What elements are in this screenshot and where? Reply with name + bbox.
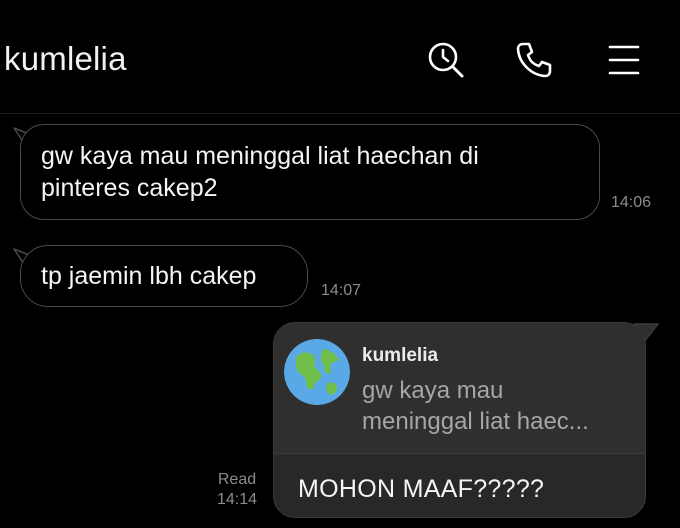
message-status: Read 14:14 (212, 470, 262, 510)
message-bubble-outgoing[interactable]: kumlelia gw kaya mau meninggal liat haec… (273, 322, 646, 518)
search-button[interactable] (424, 38, 468, 82)
quoted-text-line: meninggal liat haec... (362, 408, 589, 435)
phone-icon (514, 40, 554, 80)
quoted-message[interactable]: kumlelia gw kaya mau meninggal liat haec… (274, 323, 645, 454)
message-text: MOHON MAAF????? (298, 475, 545, 503)
quoted-text-line: gw kaya mau (362, 377, 504, 404)
globe-avatar-icon (284, 339, 350, 405)
chat-header: kumlelia (0, 0, 680, 114)
menu-button[interactable] (602, 38, 646, 82)
message-bubble-incoming[interactable]: gw kaya mau meninggal liat haechan di pi… (20, 124, 600, 220)
call-button[interactable] (512, 38, 556, 82)
menu-icon (604, 40, 644, 80)
message-bubble-incoming[interactable]: tp jaemin lbh cakep (20, 245, 308, 307)
message-text-line: pinteres cakep2 (41, 174, 218, 202)
message-timestamp: 14:06 (611, 194, 652, 211)
read-status: Read (217, 471, 257, 488)
message-text-line: tp jaemin lbh cakep (41, 262, 257, 290)
search-icon (426, 40, 466, 80)
quoted-sender: kumlelia (362, 345, 439, 366)
quoted-text: gw kaya mau meninggal liat haec... (362, 375, 632, 437)
message-text-line: gw kaya mau meninggal liat haechan di (41, 142, 479, 170)
message-timestamp: 14:14 (216, 491, 258, 508)
message-timestamp: 14:07 (321, 282, 362, 299)
chat-title[interactable]: kumlelia (4, 40, 127, 78)
